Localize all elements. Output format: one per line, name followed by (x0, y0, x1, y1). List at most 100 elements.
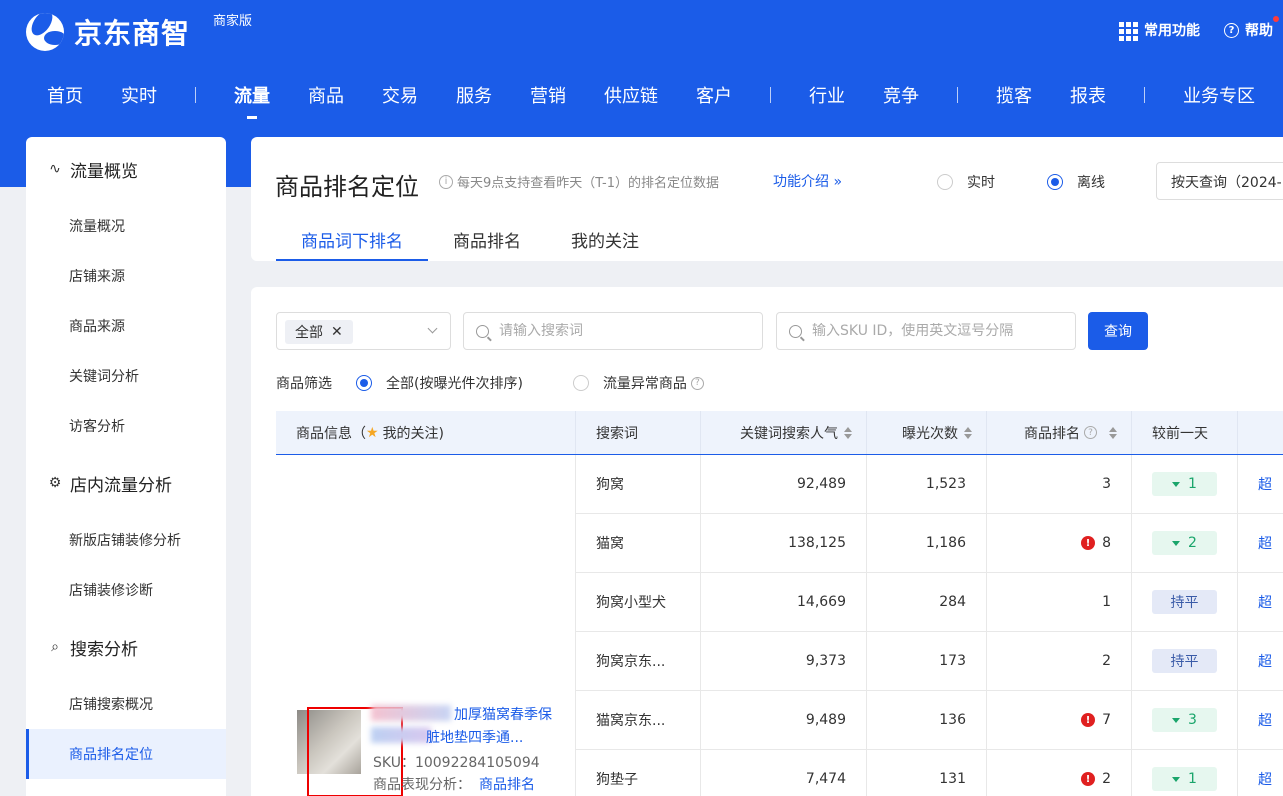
col-rank[interactable]: 商品排名 ? (987, 411, 1132, 454)
selected-tag: 全部 ✕ (285, 320, 353, 344)
sidebar-item[interactable]: 流量概况 (26, 201, 226, 251)
sidebar-group: ∿ 流量概览 (26, 137, 226, 201)
action-cell: 超 (1238, 750, 1283, 796)
selected-tag-label: 全部 (295, 325, 323, 341)
sidebar-item[interactable]: 商品来源 (26, 301, 226, 351)
sidebar-item[interactable]: 店铺来源 (26, 251, 226, 301)
nav-item[interactable]: 商品 (308, 82, 344, 108)
warning-icon[interactable]: ! (1081, 536, 1096, 550)
question-icon[interactable]: ? (690, 376, 704, 390)
flow-icon: ⚙ (48, 475, 62, 491)
action-link[interactable]: 超 (1258, 769, 1272, 789)
tab-item[interactable]: 商品排名 (428, 223, 546, 261)
query-button[interactable]: 查询 (1088, 312, 1148, 350)
product-name-line1[interactable]: 加厚猫窝春季保 (454, 704, 552, 724)
radio-abnormal-label: 流量异常商品 (602, 376, 687, 392)
change-value: 持平 (1170, 595, 1199, 611)
sidebar-item[interactable]: 新版店铺装修分析 (26, 515, 226, 565)
sku-search (776, 312, 1076, 350)
tag-close-icon[interactable]: ✕ (331, 324, 343, 340)
change-cell: 3 (1132, 691, 1238, 749)
data-tip: i 每天9点支持查看昨天（T-1）的排名定位数据 (439, 172, 719, 191)
nav-item[interactable]: 交易 (382, 82, 418, 108)
radio-all-label: 全部(按曝光件次排序) (386, 376, 523, 392)
sidebar-item[interactable]: 访客分析 (26, 401, 226, 451)
search-icon (789, 324, 802, 338)
nav-item[interactable]: 流量 (234, 82, 270, 119)
nav-separator (957, 87, 958, 103)
sort-icon[interactable] (964, 426, 972, 439)
tab-item[interactable]: 我的关注 (546, 223, 664, 261)
analysis-link[interactable]: 商品排名 (479, 777, 535, 793)
nav-item[interactable]: 报表 (1070, 82, 1106, 108)
table-row: 狗垫子 7,474 131! 2 1 超 (576, 750, 1283, 796)
nav-item[interactable]: 客户 (696, 82, 732, 108)
radio-realtime[interactable]: 实时 (937, 172, 995, 192)
sidebar-group: ⌕ 搜索分析 (26, 615, 226, 679)
change-value: 持平 (1170, 654, 1199, 670)
nav-item[interactable]: 行业 (809, 82, 845, 108)
radio-offline[interactable]: 离线 (1047, 172, 1105, 192)
sidebar-item[interactable]: 商品排名定位 (26, 729, 226, 779)
sidebar-item[interactable]: 关键词分析 (26, 351, 226, 401)
logo[interactable]: 京东商智 (26, 12, 190, 52)
rank-value: 7 (1102, 712, 1111, 728)
sort-icon[interactable] (844, 426, 852, 439)
radio-all[interactable] (356, 375, 372, 391)
action-link[interactable]: 超 (1258, 710, 1272, 730)
nav-separator (770, 87, 771, 103)
common-functions-button[interactable]: 常用功能 (1119, 20, 1200, 41)
nav-item[interactable]: 实时 (121, 82, 157, 108)
action-link[interactable]: 超 (1258, 592, 1272, 612)
table-row: 狗窝 92,489 1,523 3 1 超 (576, 455, 1283, 514)
page-title: 商品排名定位 (275, 173, 419, 201)
change-cell: 2 (1132, 514, 1238, 572)
nav-item[interactable]: 营销 (530, 82, 566, 108)
table-row: 狗窝京东... 9,373 173 2 持平 超 (576, 632, 1283, 691)
action-link[interactable]: 超 (1258, 474, 1272, 494)
sidebar-group-label: 流量概览 (70, 161, 138, 182)
change-cell: 1 (1132, 455, 1238, 513)
rank-cell: ! 8 (987, 514, 1132, 572)
category-select[interactable]: 全部 ✕ (276, 312, 451, 350)
col-keyword: 搜索词 (576, 411, 701, 454)
tab-item[interactable]: 商品词下排名 (276, 223, 428, 261)
col-exposure[interactable]: 曝光次数 (867, 411, 987, 454)
feature-intro-link[interactable]: 功能介绍 » (773, 171, 842, 191)
sort-icon[interactable] (1109, 426, 1117, 439)
action-link[interactable]: 超 (1258, 533, 1272, 553)
question-icon[interactable]: ? (1084, 426, 1097, 439)
nav-item[interactable]: 业务专区 (1183, 82, 1255, 108)
sidebar-item[interactable]: 店铺搜索概况 (26, 679, 226, 729)
top-right-actions: 常用功能 ? 帮助 (1119, 16, 1279, 41)
col-product-label: 商品信息（ (296, 425, 366, 442)
warning-icon[interactable]: ! (1081, 713, 1096, 727)
nav-item[interactable]: 揽客 (996, 82, 1032, 108)
ranking-panel: 全部 ✕ 查询 商品筛选 全部(按曝光件次排序) 流量异常商品 ? 商品信息（ … (251, 287, 1283, 796)
sidebar-group-label: 搜索分析 (70, 639, 138, 660)
sidebar-item[interactable]: 店铺装修诊断 (26, 565, 226, 615)
nav-item[interactable]: 首页 (47, 82, 83, 108)
warning-icon[interactable]: ! (1081, 772, 1096, 786)
radio-realtime-label: 实时 (967, 175, 995, 191)
rank-value: 3 (1102, 476, 1111, 492)
action-link[interactable]: 超 (1258, 651, 1272, 671)
sku-search-input[interactable] (812, 323, 1052, 339)
keyword-text: 狗窝 (596, 477, 624, 493)
popularity-cell: 9,373 (701, 632, 867, 690)
nav-item[interactable]: 竞争 (883, 82, 919, 108)
keyword-search (463, 312, 763, 350)
pulse-icon: ∿ (49, 161, 61, 177)
radio-abnormal[interactable] (572, 375, 589, 391)
product-name-line2[interactable]: 脏地垫四季通... (426, 727, 523, 747)
col-popularity[interactable]: 关键词搜索人气 (701, 411, 867, 454)
help-button[interactable]: ? 帮助 (1224, 16, 1279, 40)
col-exposure-label: 曝光次数 (902, 425, 958, 442)
radio-offline-label: 离线 (1077, 175, 1105, 191)
nav-item[interactable]: 供应链 (604, 82, 658, 108)
keyword-text: 狗垫子 (596, 772, 638, 788)
keyword-search-input[interactable] (499, 323, 739, 339)
date-query-select[interactable]: 按天查询（2024- (1156, 162, 1283, 200)
search-analysis-icon: ⌕ (51, 639, 59, 655)
nav-item[interactable]: 服务 (456, 82, 492, 108)
